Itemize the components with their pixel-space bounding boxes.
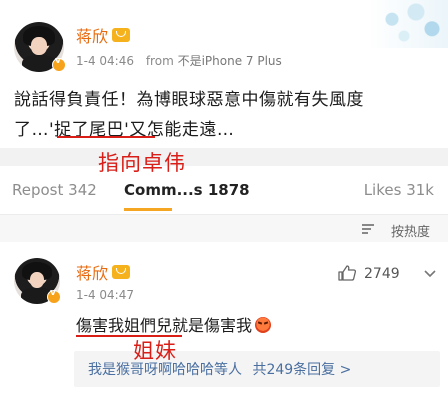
comment-timestamp: 1-4 04:47	[76, 288, 134, 302]
comment-username-text[interactable]: 蒋欣	[76, 264, 108, 283]
post-text-line2: 了…'捉了尾巴'又怎能走遠…	[14, 120, 235, 140]
tab-repost[interactable]: Repost 342	[12, 181, 97, 199]
comment-item: 蒋欣 1-4 04:47 2749 傷害我姐們兒就是傷害我 我是猴哥呀啊哈哈哈等…	[0, 242, 448, 403]
post-highlight-underline	[57, 136, 155, 138]
stats-bar: Repost 342 Comm...s 1878 Likes 31k	[0, 166, 448, 214]
comment-text: 傷害我姐們兒就是傷害我	[76, 312, 272, 336]
sort-icon[interactable]	[362, 224, 374, 234]
angry-emoji-icon	[255, 317, 272, 333]
repost-label: Repost	[12, 181, 64, 199]
post-meta: 1-4 04:46 from 不是iPhone 7 Plus	[76, 52, 282, 69]
comment-verified-badge-icon	[47, 288, 61, 304]
repost-count: 342	[68, 181, 97, 199]
comment-text-body: 傷害我姐們兒就是傷害我	[76, 316, 253, 335]
tab-comments[interactable]: Comm...s 1878	[124, 181, 250, 199]
sort-row: 按热度	[0, 214, 448, 243]
post-annotation: 指向卓伟	[98, 151, 186, 175]
comment-username[interactable]: 蒋欣	[76, 260, 131, 284]
post-timestamp: 1-4 04:46	[76, 54, 134, 68]
tab-likes[interactable]: Likes 31k	[364, 181, 434, 199]
comment-like-count: 2749	[364, 266, 400, 282]
comments-label: Comm...s	[124, 181, 203, 199]
post-username[interactable]: 蒋欣	[76, 23, 131, 47]
active-tab-indicator	[124, 208, 172, 211]
sort-by-hot-button[interactable]: 按热度	[391, 221, 430, 240]
member-crown-icon	[112, 28, 131, 42]
post-source[interactable]: 不是iPhone 7 Plus	[178, 54, 282, 68]
post-card: 蒋欣 1-4 04:46 from 不是iPhone 7 Plus 說話得負責任…	[0, 0, 448, 148]
post-username-text[interactable]: 蒋欣	[76, 27, 108, 46]
reply-count-link[interactable]: 共249条回复 >	[252, 362, 351, 378]
comment-crown-icon	[112, 265, 131, 279]
header-decoration	[368, 0, 448, 48]
reply-preview-box[interactable]: 我是猴哥呀啊哈哈哈等人 共249条回复 >	[74, 351, 440, 387]
comment-annotation: 姐妹	[133, 339, 177, 363]
reply-preview[interactable]: 我是猴哥呀啊哈哈哈等人 共249条回复 >	[88, 359, 351, 379]
section-divider	[0, 148, 448, 166]
post-text-line1: 說話得負責任！為博眼球惡意中傷就有失風度	[14, 90, 364, 110]
post-source-prefix: from	[145, 54, 174, 68]
verified-badge-icon	[52, 56, 66, 72]
chevron-down-icon[interactable]	[424, 270, 436, 278]
likes-count: 31k	[406, 181, 434, 199]
like-thumb-icon[interactable]	[338, 265, 356, 281]
comments-count: 1878	[207, 181, 250, 199]
likes-label: Likes	[363, 181, 402, 199]
